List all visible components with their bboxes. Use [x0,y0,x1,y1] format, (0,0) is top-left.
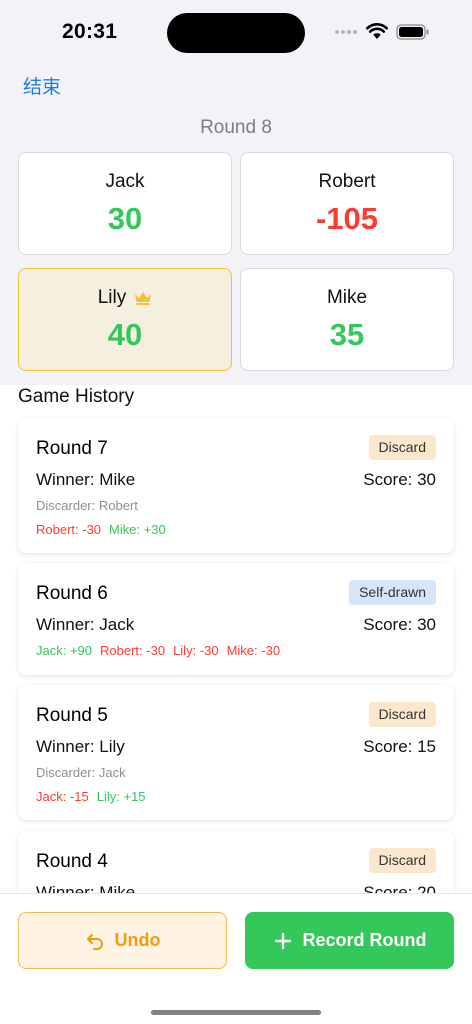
current-round-title: Round 8 [200,117,272,138]
end-game-button[interactable]: 结束 [23,72,61,99]
player-name: Lily [97,287,127,308]
score-changes: Robert: -30 Mike: +30 [36,522,174,537]
record-round-label: Record Round [302,930,427,950]
player-card-jack[interactable]: Jack 30 [18,152,232,255]
history-card-round-6: Round 6 Self-drawn Winner: Jack Score: 3… [18,563,454,675]
round-label: Round 4 [36,851,108,872]
win-type-badge: Discard [368,435,436,460]
discarder-text: Discarder: Jack [36,765,126,780]
round-score: Score: 30 [363,615,436,634]
score-change: Robert: -30 [100,643,166,658]
win-type-badge: Self-drawn [349,580,436,605]
history-card-round-5: Round 5 Discard Winner: Lily Score: 15 D… [18,685,454,820]
player-score: 30 [107,201,143,236]
home-indicator[interactable] [151,1010,321,1015]
winner-text: Winner: Lily [36,737,125,756]
player-name-row: Lily [19,287,231,309]
record-round-button[interactable]: Record Round [245,912,454,969]
undo-label: Undo [114,930,161,950]
crown-icon [135,292,152,305]
score-change: Lily: +15 [96,789,146,804]
status-time: 20:31 [62,20,118,43]
winner-text: Winner: Jack [36,615,135,634]
score-change: Jack: +90 [36,643,93,658]
undo-button[interactable]: Undo [18,912,227,969]
player-name: Jack [105,171,145,192]
score-change: Mike: -30 [226,643,281,658]
winner-text: Winner: Mike [36,883,136,893]
history-card-round-7: Round 7 Discard Winner: Mike Score: 30 D… [18,418,454,553]
player-score: 40 [107,317,143,352]
score-change: Lily: -30 [173,643,219,658]
wifi-icon [366,23,388,39]
player-card-mike[interactable]: Mike 35 [240,268,454,371]
history-card-round-4: Round 4 Discard Winner: Mike Score: 20 [18,831,454,893]
bottom-action-bar: Undo Record Round [0,893,472,1024]
status-bar: 20:31 [0,0,472,60]
player-name: Mike [326,287,368,308]
cellular-signal-icon [335,30,359,36]
discarder-text: Discarder: Robert [36,498,138,513]
winner-text: Winner: Mike [36,470,136,489]
battery-icon [396,24,429,40]
score-changes: Jack: -15 Lily: +15 [36,789,154,804]
score-change: Jack: -15 [36,789,89,804]
plus-icon [274,932,291,949]
scoreboard-area: 20:31 结束 Round 8 Jack 30 Robert -105 Lil… [0,0,472,385]
dynamic-island [167,13,305,53]
round-label: Round 5 [36,705,108,726]
round-score: Score: 20 [363,883,436,893]
player-score: 35 [329,317,365,352]
score-change: Mike: +30 [109,522,166,537]
game-history-list[interactable]: Round 7 Discard Winner: Mike Score: 30 D… [0,416,472,893]
round-label: Round 6 [36,583,108,604]
game-history-heading: Game History [18,386,135,407]
player-name: Robert [318,171,376,192]
player-card-lily[interactable]: Lily 40 [18,268,232,371]
score-change: Robert: -30 [36,522,102,537]
round-label: Round 7 [36,438,108,459]
win-type-badge: Discard [368,848,436,873]
round-score: Score: 30 [363,470,436,489]
win-type-badge: Discard [368,702,436,727]
undo-arrow-icon [86,933,103,950]
score-changes: Jack: +90 Robert: -30 Lily: -30 Mike: -30 [36,643,288,658]
player-card-robert[interactable]: Robert -105 [240,152,454,255]
round-score: Score: 15 [363,737,436,756]
player-score: -105 [315,201,379,236]
